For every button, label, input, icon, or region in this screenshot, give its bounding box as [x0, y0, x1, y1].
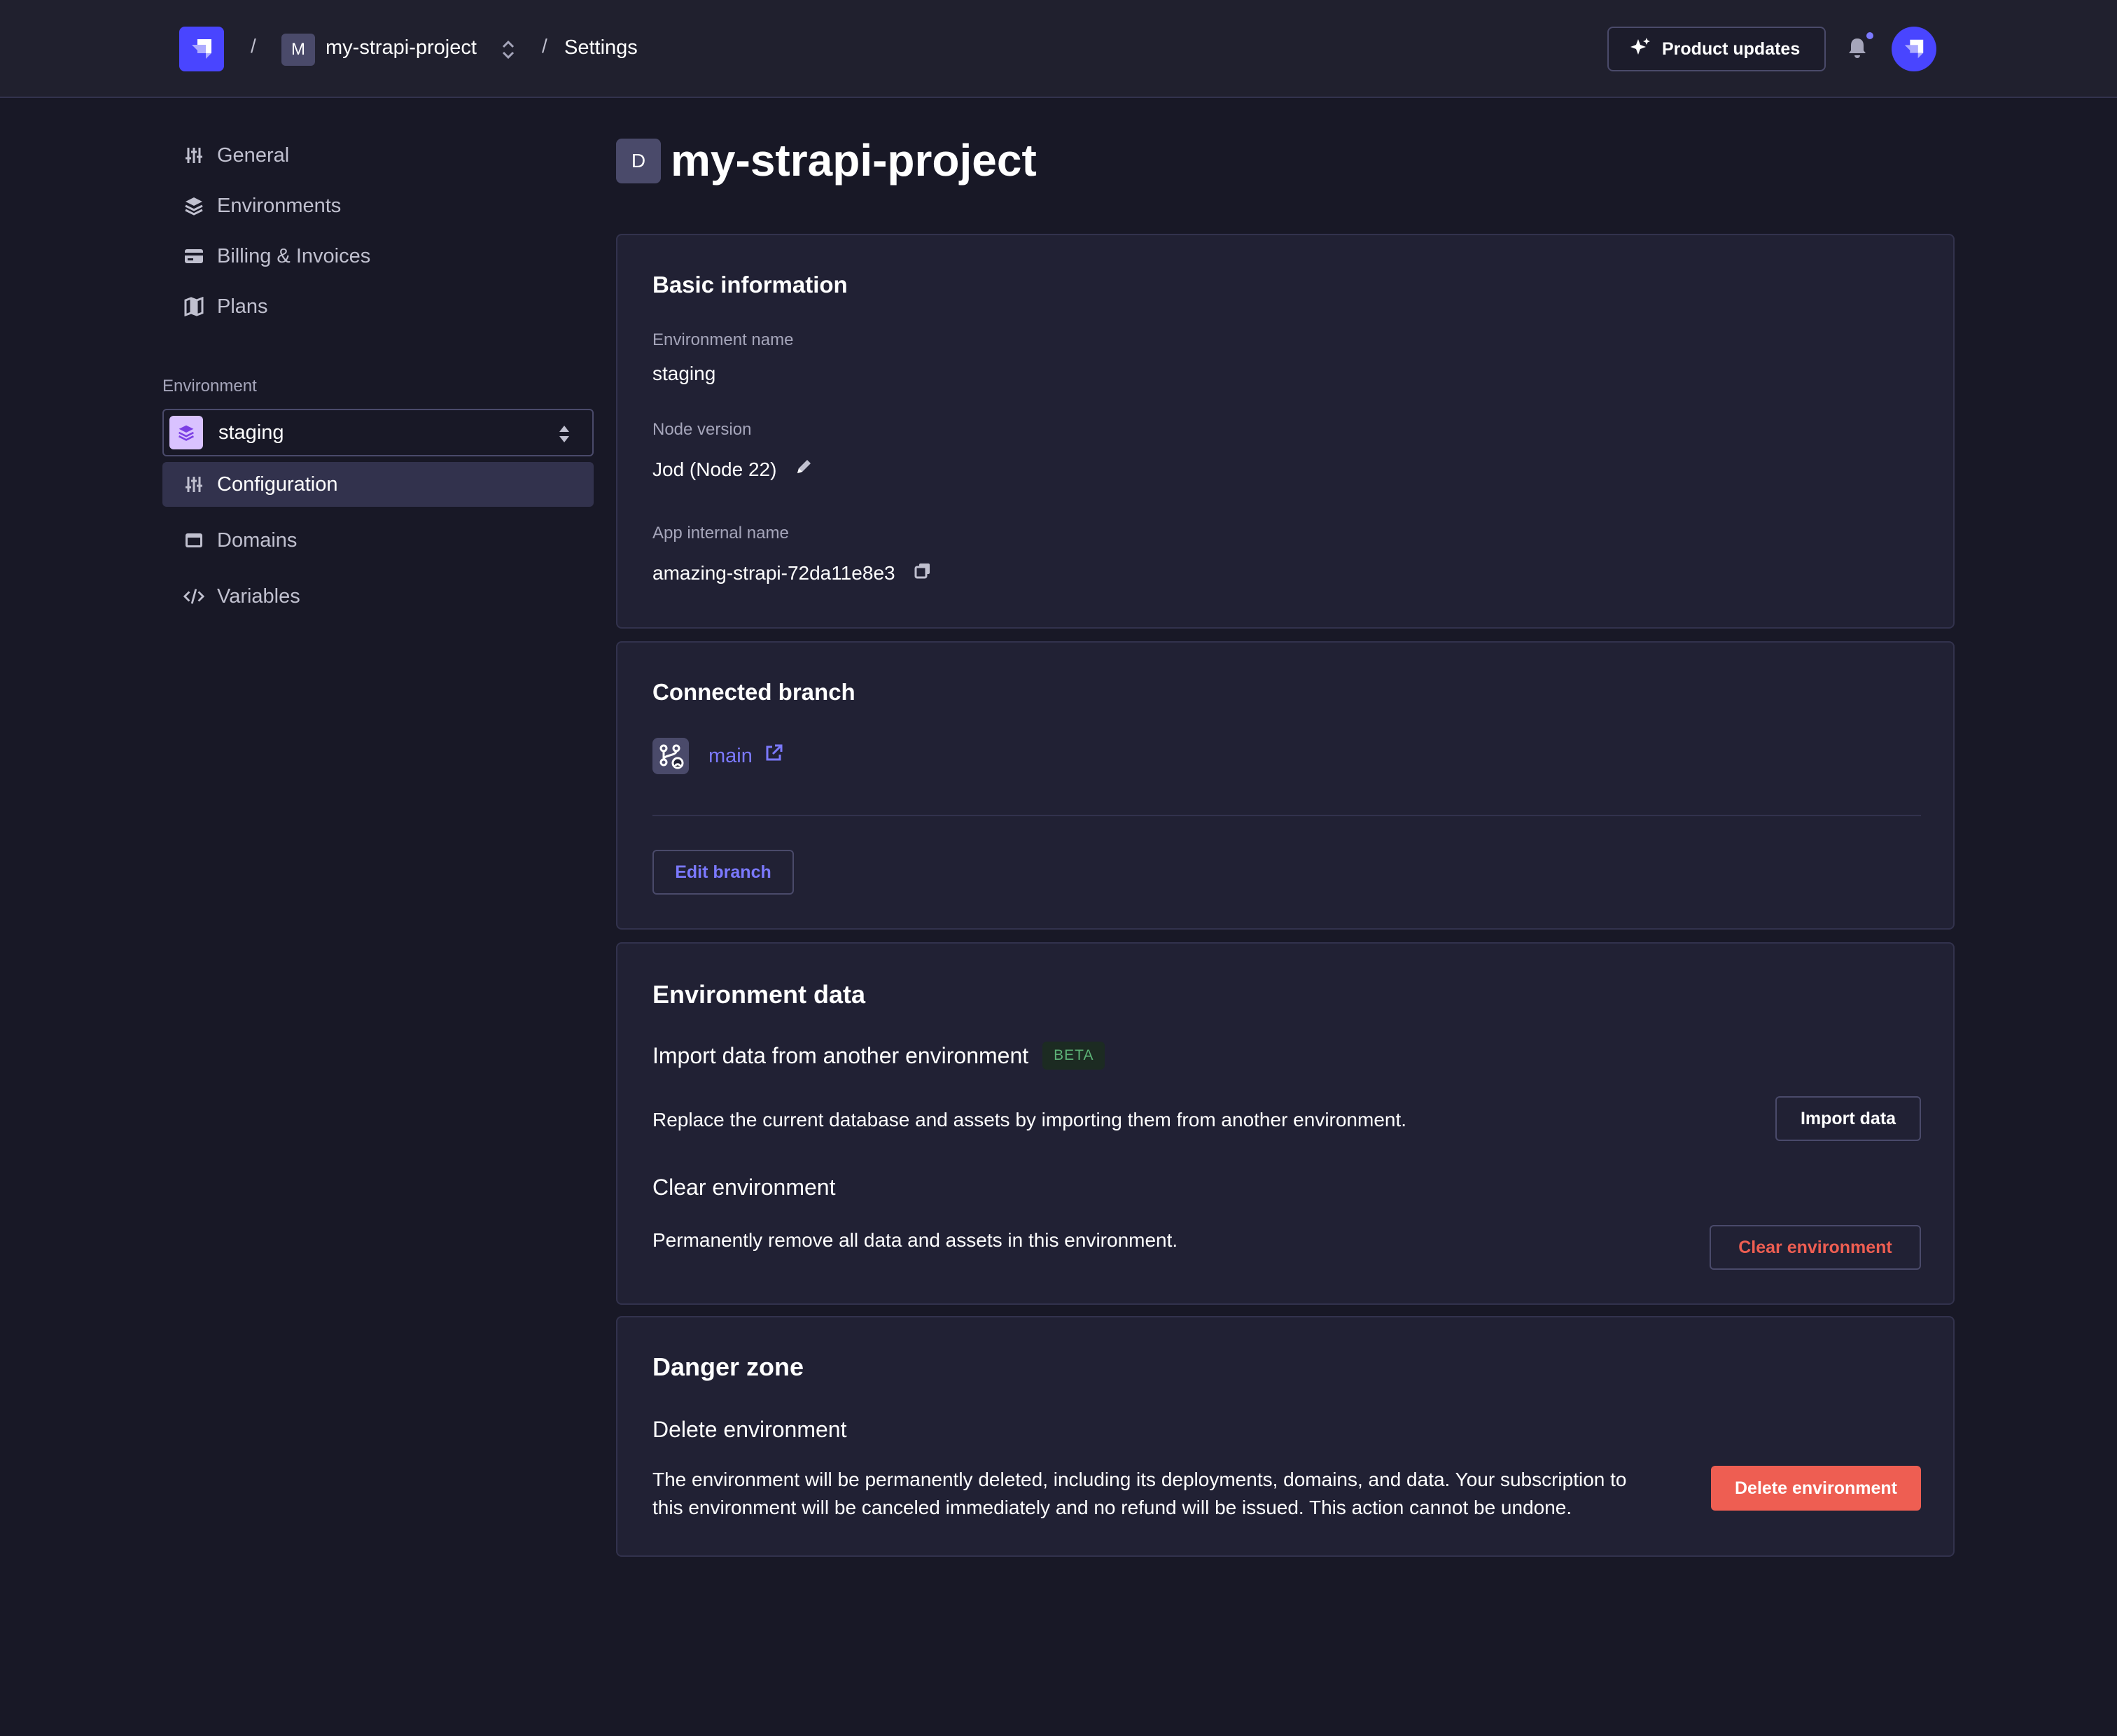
- delete-description-line: The environment will be permanently dele…: [652, 1469, 1627, 1490]
- connected-branch-card: Connected branch main Edit branch: [616, 641, 1955, 930]
- sliders-icon: [183, 474, 204, 495]
- import-data-title: Import data from another environment: [652, 1042, 1029, 1068]
- external-link-icon: [764, 743, 783, 769]
- danger-zone-card: Danger zone Delete environment The envir…: [616, 1316, 1955, 1557]
- strapi-logo-icon[interactable]: [179, 27, 224, 71]
- page-title: my-strapi-project: [671, 135, 1037, 186]
- top-bar: / M my-strapi-project / Settings Product…: [0, 0, 2117, 98]
- card-title: Connected branch: [652, 679, 855, 705]
- layers-icon: [169, 416, 203, 449]
- page-initial-badge: D: [616, 139, 661, 183]
- edit-branch-button[interactable]: Edit branch: [652, 850, 794, 895]
- environment-data-card: Environment data Import data from anothe…: [616, 942, 1955, 1305]
- delete-environment-description: The environment will be permanently dele…: [652, 1466, 1717, 1522]
- import-data-heading: Import data from another environment BET…: [652, 1042, 1105, 1070]
- credit-card-icon: [183, 246, 204, 267]
- branch-name: main: [708, 744, 753, 767]
- environment-select-value: staging: [218, 421, 284, 444]
- clear-environment-title: Clear environment: [652, 1175, 836, 1200]
- card-title: Environment data: [652, 980, 866, 1009]
- breadcrumb-settings: Settings: [564, 36, 638, 59]
- app-internal-name-value: amazing-strapi-72da11e8e3: [652, 561, 895, 584]
- import-data-button[interactable]: Import data: [1775, 1096, 1921, 1141]
- sidebar-item-domains[interactable]: Domains: [162, 518, 594, 563]
- map-icon: [183, 296, 204, 317]
- card-title: Danger zone: [652, 1352, 804, 1381]
- sidebar-item-plans[interactable]: Plans: [162, 284, 594, 329]
- code-icon: [183, 586, 204, 607]
- app-internal-name-row: amazing-strapi-72da11e8e3: [652, 561, 932, 584]
- sidebar-item-environments[interactable]: Environments: [162, 183, 594, 228]
- node-version-row: Jod (Node 22): [652, 458, 813, 481]
- project-name[interactable]: my-strapi-project: [326, 36, 477, 59]
- divider: [652, 815, 1921, 816]
- delete-environment-button[interactable]: Delete environment: [1711, 1466, 1921, 1511]
- node-version-label: Node version: [652, 420, 752, 439]
- copy-icon[interactable]: [914, 561, 932, 584]
- sidebar-item-label: General: [217, 144, 290, 167]
- clear-environment-description: Permanently remove all data and assets i…: [652, 1229, 1178, 1251]
- sidebar-item-label: Domains: [217, 528, 298, 552]
- window-icon: [183, 530, 204, 551]
- sliders-icon: [183, 145, 204, 166]
- delete-description-line: this environment will be canceled immedi…: [652, 1497, 1572, 1518]
- clear-environment-button[interactable]: Clear environment: [1710, 1225, 1921, 1270]
- app-internal-name-label: App internal name: [652, 524, 789, 542]
- branch-link[interactable]: main: [708, 743, 783, 769]
- import-data-description: Replace the current database and assets …: [652, 1109, 1407, 1130]
- breadcrumb-separator: /: [251, 35, 256, 57]
- basic-information-card: Basic information Environment name stagi…: [616, 234, 1955, 629]
- chevron-up-down-icon: [556, 423, 573, 449]
- node-version-value: Jod (Node 22): [652, 458, 777, 480]
- environment-select[interactable]: staging: [162, 409, 594, 456]
- environment-name-value: staging: [652, 363, 716, 384]
- sidebar-item-label: Billing & Invoices: [217, 244, 371, 267]
- sidebar-item-configuration[interactable]: Configuration: [162, 462, 594, 507]
- sidebar-item-general[interactable]: General: [162, 133, 594, 178]
- project-switcher-icon[interactable]: [500, 38, 517, 65]
- product-updates-button[interactable]: Product updates: [1607, 27, 1826, 71]
- sidebar-item-label: Variables: [217, 584, 300, 608]
- product-updates-label: Product updates: [1662, 38, 1801, 59]
- sidebar-item-billing[interactable]: Billing & Invoices: [162, 234, 594, 279]
- sidebar-item-label: Plans: [217, 295, 268, 318]
- notification-dot: [1866, 32, 1873, 39]
- card-title: Basic information: [652, 272, 848, 298]
- layers-icon: [183, 195, 204, 216]
- sidebar-item-variables[interactable]: Variables: [162, 574, 594, 619]
- github-branch-icon: [652, 738, 689, 774]
- sidebar-item-label: Configuration: [217, 472, 338, 496]
- sidebar-item-label: Environments: [217, 194, 342, 217]
- beta-badge: BETA: [1042, 1042, 1105, 1070]
- breadcrumb-separator: /: [542, 35, 547, 57]
- environment-name-label: Environment name: [652, 330, 794, 349]
- environment-label: Environment: [162, 377, 257, 396]
- pencil-icon[interactable]: [795, 458, 813, 481]
- delete-environment-title: Delete environment: [652, 1417, 847, 1442]
- sparkle-icon: [1630, 36, 1651, 62]
- bell-icon[interactable]: [1847, 36, 1868, 64]
- user-avatar[interactable]: [1892, 27, 1936, 71]
- project-initial-badge: M: [281, 34, 315, 66]
